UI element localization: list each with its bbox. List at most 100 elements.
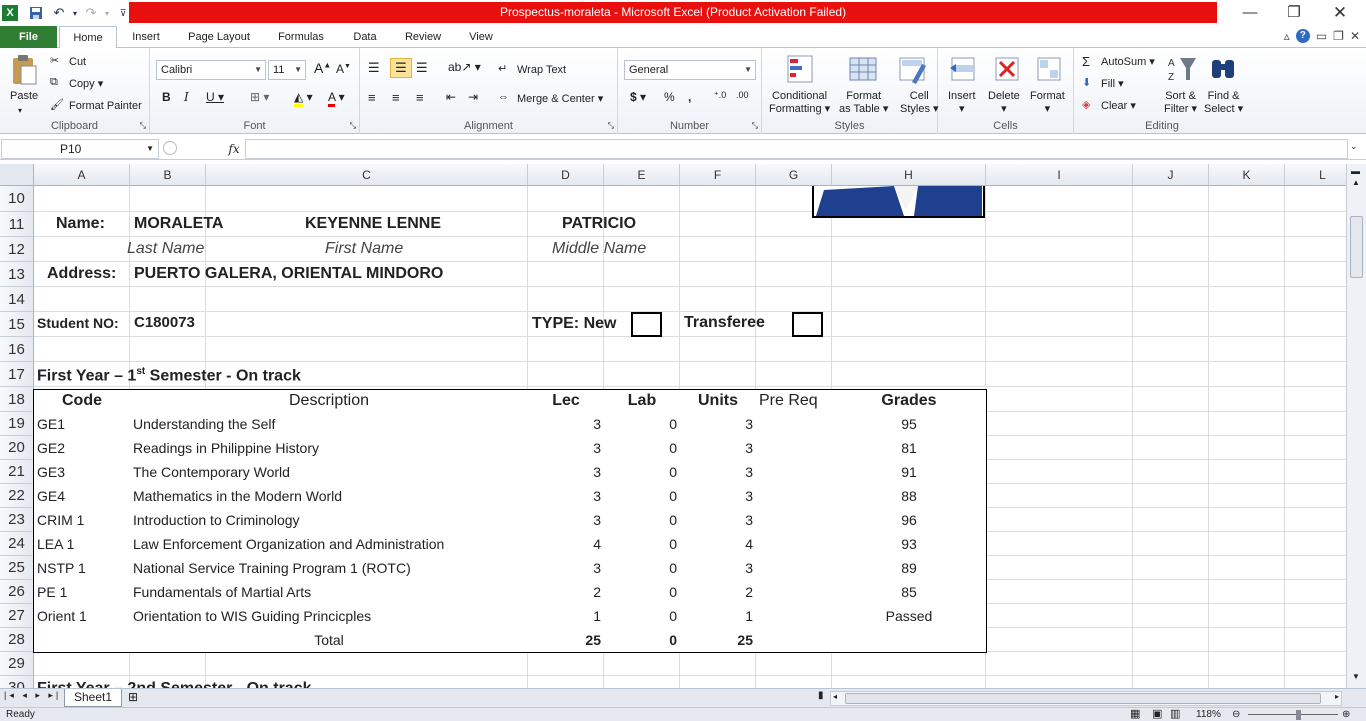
table-cell-prereq[interactable] <box>756 436 833 461</box>
table-cell-units[interactable]: 4 <box>680 532 757 557</box>
bold-icon[interactable]: B <box>162 90 171 104</box>
table-cell-description[interactable]: The Contemporary World <box>130 460 529 485</box>
name-box[interactable]: P10 ▼ <box>1 139 159 159</box>
formula-input[interactable] <box>245 139 1348 159</box>
split-handle-icon[interactable]: ▬ <box>1351 166 1360 176</box>
table-cell-units[interactable]: 3 <box>680 436 757 461</box>
new-checkbox[interactable] <box>631 312 662 337</box>
table-cell-prereq[interactable] <box>756 556 833 581</box>
font-launcher-icon[interactable]: ⤡ <box>350 121 356 131</box>
worksheet-grid[interactable]: ABCDEFGHIJKL 10 11 12 13 14 15 16 17 18 19 20 21 22 2… <box>0 164 1346 688</box>
vertical-scrollbar[interactable]: ▬ ▲ ▼ <box>1346 164 1366 688</box>
fill-button[interactable]: ⬇ Fill ▾ <box>1082 76 1124 92</box>
table-cell-units[interactable]: 3 <box>680 484 757 509</box>
zoom-slider[interactable] <box>1248 714 1338 715</box>
table-cell-prereq[interactable] <box>756 532 833 557</box>
workbook-restore-icon[interactable]: ❐ <box>1333 29 1344 43</box>
minimize-icon[interactable]: — <box>1228 2 1272 24</box>
binoculars-icon[interactable] <box>1208 54 1238 84</box>
table-cell-prereq[interactable] <box>756 604 833 629</box>
restore-icon[interactable]: ❐ <box>1272 2 1316 24</box>
table-cell-description[interactable]: Fundamentals of Martial Arts <box>130 580 529 605</box>
table-cell-units[interactable]: 3 <box>680 460 757 485</box>
alignment-launcher-icon[interactable]: ⤡ <box>608 121 614 131</box>
table-cell-lab[interactable]: 0 <box>604 580 681 605</box>
insert-button[interactable]: Insert ▾ <box>948 90 976 115</box>
format-painter-button[interactable]: 🖌 Format Painter <box>50 98 142 114</box>
table-cell-units[interactable]: 1 <box>680 604 757 629</box>
scroll-right-icon[interactable]: ▸ <box>1335 692 1339 701</box>
table-cell-lec[interactable]: 4 <box>528 532 605 557</box>
table-cell-lec[interactable]: 3 <box>528 412 605 437</box>
row-header-28[interactable]: 28 <box>0 628 34 652</box>
table-cell-grade[interactable]: 91 <box>832 460 987 485</box>
row-header-17[interactable]: 17 <box>0 362 34 387</box>
zoom-level[interactable]: 118% <box>1196 708 1221 721</box>
column-header-a[interactable]: A <box>34 164 130 186</box>
first-name-value[interactable]: KEYENNE LENNE <box>305 215 441 233</box>
table-cell-units[interactable]: 3 <box>680 556 757 581</box>
format-cells-icon[interactable] <box>1034 54 1064 84</box>
table-cell-units[interactable]: 3 <box>680 508 757 533</box>
table-cell-lab[interactable]: 0 <box>604 508 681 533</box>
zoom-in-icon[interactable]: ⊕ <box>1342 708 1350 721</box>
row-header-10[interactable]: 10 <box>0 186 34 212</box>
percent-icon[interactable]: % <box>664 90 675 104</box>
align-bottom-icon[interactable]: ☰ <box>416 60 428 76</box>
table-cell-lab[interactable]: 0 <box>604 604 681 629</box>
table-cell-code[interactable]: GE2 <box>34 436 131 461</box>
horizontal-scrollbar[interactable]: ◂ ▸ <box>830 691 1342 706</box>
workbook-close-icon[interactable]: ✕ <box>1350 29 1360 43</box>
table-cell-grade[interactable]: 95 <box>832 412 987 437</box>
tab-file[interactable]: File <box>0 26 57 48</box>
font-color-icon[interactable]: A ▾ <box>328 90 345 107</box>
grow-font-icon[interactable]: A▲ <box>314 60 331 76</box>
conditional-formatting-button[interactable]: Conditional Formatting ▾ <box>769 90 830 116</box>
table-cell-lab[interactable]: 0 <box>604 532 681 557</box>
tab-view[interactable]: View <box>458 26 504 48</box>
table-cell-description[interactable]: Law Enforcement Organization and Adminis… <box>130 532 529 557</box>
orientation-icon[interactable]: ab↗ ▾ <box>448 60 481 74</box>
row-header-16[interactable]: 16 <box>0 337 34 362</box>
format-as-table-button[interactable]: Format as Table ▾ <box>839 90 888 116</box>
column-header-g[interactable]: G <box>756 164 832 186</box>
table-cell-prereq[interactable] <box>756 412 833 437</box>
insert-function-icon[interactable]: fx <box>223 139 245 159</box>
cut-button[interactable]: ✂ Cut <box>50 54 86 70</box>
cell-styles-button[interactable]: Cell Styles ▾ <box>900 90 939 116</box>
last-name-value[interactable]: MORALETA <box>134 215 223 233</box>
sort-filter-button[interactable]: Sort & Filter ▾ <box>1164 90 1197 116</box>
name-box-dropdown-icon[interactable]: ▼ <box>146 140 154 158</box>
paste-icon[interactable] <box>10 54 40 85</box>
table-cell-units[interactable]: 3 <box>680 412 757 437</box>
row-header-22[interactable]: 22 <box>0 484 34 508</box>
sheet-tab-sheet1[interactable]: Sheet1 <box>64 689 122 707</box>
table-cell-code[interactable]: NSTP 1 <box>34 556 131 581</box>
row-header-19[interactable]: 19 <box>0 412 34 436</box>
column-header-l[interactable]: L <box>1285 164 1346 186</box>
table-cell-grade[interactable]: 96 <box>832 508 987 533</box>
zoom-out-icon[interactable]: ⊖ <box>1232 708 1240 721</box>
table-cell-grade[interactable]: 85 <box>832 580 987 605</box>
decrease-indent-icon[interactable]: ⇤ <box>446 90 456 104</box>
paste-button[interactable]: Paste <box>10 90 38 102</box>
vertical-scroll-thumb[interactable] <box>1350 216 1363 278</box>
font-size-select[interactable]: 11 ▼ <box>268 60 306 80</box>
table-cell-description[interactable]: Readings in Philippine History <box>130 436 529 461</box>
minimize-ribbon-icon[interactable]: ▵ <box>1284 29 1290 43</box>
clipboard-launcher-icon[interactable]: ⤡ <box>140 121 146 131</box>
copy-button[interactable]: ⧉ Copy ▾ <box>50 76 103 92</box>
table-total-units[interactable]: 25 <box>680 628 757 653</box>
underline-icon[interactable]: U ▾ <box>206 90 224 104</box>
middle-name-value[interactable]: PATRICIO <box>562 215 636 233</box>
table-total-grade[interactable] <box>832 628 987 653</box>
zoom-slider-thumb[interactable] <box>1296 710 1301 720</box>
table-cell-description[interactable]: Orientation to WIS Guiding Princicples <box>130 604 529 629</box>
row-header-15[interactable]: 15 <box>0 312 34 337</box>
find-select-button[interactable]: Find & Select ▾ <box>1204 90 1243 116</box>
table-cell-lab[interactable]: 0 <box>604 556 681 581</box>
row-header-18[interactable]: 18 <box>0 387 34 412</box>
table-cell-lec[interactable]: 1 <box>528 604 605 629</box>
row-header-14[interactable]: 14 <box>0 287 34 312</box>
sheet-nav-icons[interactable]: |◂ ◂ ▸ ▸| <box>4 690 61 701</box>
